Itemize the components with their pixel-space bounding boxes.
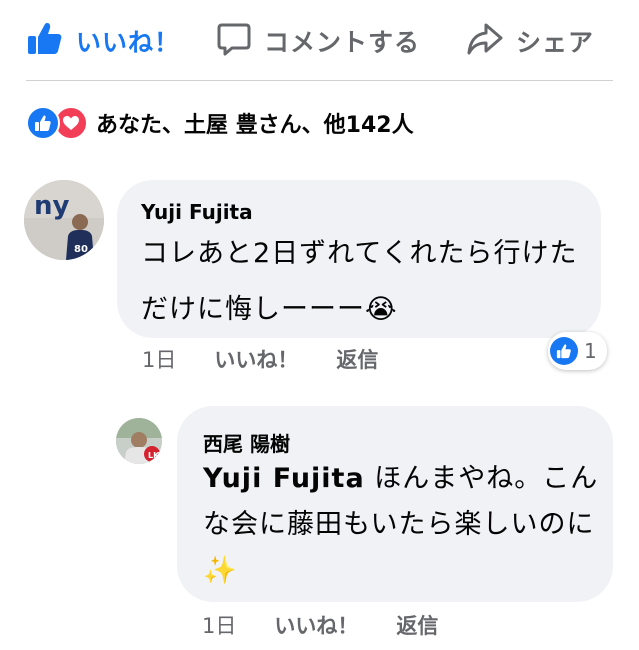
reply-meta: 1日 いいね！ 返信	[202, 608, 476, 642]
divider	[26, 80, 613, 81]
reply-text: Yuji Fujita ほんまやね。こんな会に藤田もいたら楽しいのに✨	[203, 456, 603, 594]
reaction-count-value: 1	[584, 339, 597, 363]
comment-text: コレあと2日ずれてくれたら行けただけに悔しーーー😭	[141, 226, 591, 338]
comment-body: コレあと2日ずれてくれたら行けただけに悔しーーー	[141, 238, 578, 325]
reply-author[interactable]: 西尾 陽樹	[203, 428, 290, 457]
like-reaction-icon	[26, 106, 60, 140]
comment-bubble-icon	[216, 21, 252, 61]
like-reaction-icon	[550, 337, 578, 365]
share-action-button[interactable]: シェア	[466, 18, 594, 64]
comment-like-link[interactable]: いいね！	[214, 344, 298, 374]
svg-text:LK: LK	[148, 451, 160, 460]
svg-text:ny: ny	[34, 191, 70, 221]
reply-bubble: 西尾 陽樹 Yuji Fujita ほんまやね。こんな会に藤田もいたら楽しいのに…	[177, 406, 613, 602]
share-action-label: シェア	[516, 28, 595, 57]
comment-action-button[interactable]: コメントする	[216, 18, 420, 64]
thumbs-up-icon	[26, 20, 64, 62]
avatar[interactable]: LK	[116, 418, 162, 464]
mention-link[interactable]: Yuji Fujita	[203, 463, 365, 494]
comment-action-label: コメントする	[264, 28, 421, 57]
profile-photo-icon: LK	[116, 418, 162, 464]
comment-reaction-count[interactable]: 1	[548, 332, 607, 370]
comment-author[interactable]: Yuji Fujita	[141, 200, 253, 224]
crying-emoji-icon: 😭	[365, 294, 398, 325]
profile-photo-icon: ny 80	[24, 180, 104, 260]
avatar[interactable]: ny 80	[24, 180, 104, 260]
like-action-button[interactable]: いいね！	[26, 18, 180, 64]
reply-timestamp[interactable]: 1日	[202, 610, 236, 640]
reactions-summary-text: あなた、土屋 豊さん、他142人	[96, 113, 414, 138]
comment-bubble: Yuji Fujita コレあと2日ずれてくれたら行けただけに悔しーーー😭	[117, 180, 601, 338]
reactions-summary[interactable]: あなた、土屋 豊さん、他142人	[26, 106, 414, 140]
comment-reply-link[interactable]: 返信	[336, 344, 378, 374]
share-arrow-icon	[466, 21, 504, 61]
comment-timestamp[interactable]: 1日	[142, 344, 176, 374]
sparkles-emoji-icon: ✨	[203, 555, 238, 586]
reply-reply-link[interactable]: 返信	[396, 610, 438, 640]
reply-like-link[interactable]: いいね！	[274, 610, 358, 640]
like-action-label: いいね！	[76, 28, 181, 57]
comment-meta: 1日 いいね！ 返信	[142, 342, 416, 376]
svg-text:80: 80	[74, 244, 88, 255]
